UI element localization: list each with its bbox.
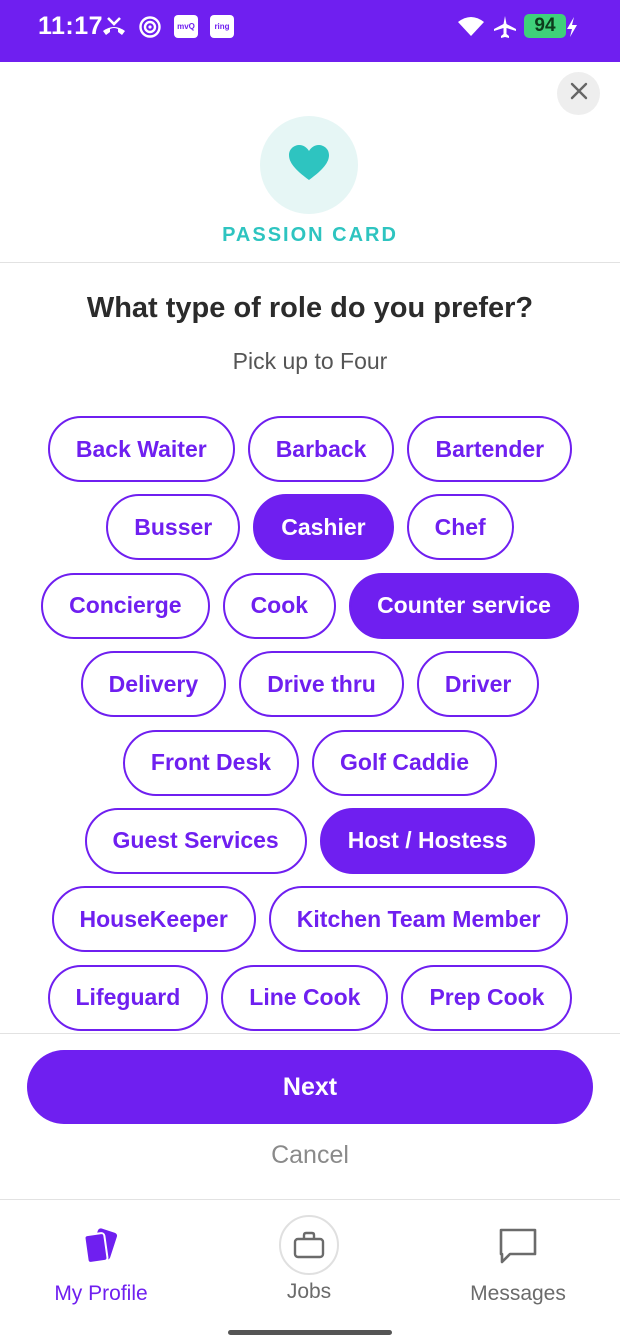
home-indicator: [228, 1330, 392, 1335]
role-chip-bartender[interactable]: Bartender: [407, 416, 573, 482]
message-icon: [496, 1224, 540, 1268]
role-chip-guest-services[interactable]: Guest Services: [84, 807, 307, 874]
passion-card-badge: [260, 116, 358, 214]
chip-row: Concierge Cook Counter service: [0, 572, 620, 639]
role-chip-host-hostess[interactable]: Host / Hostess: [319, 807, 536, 874]
role-chip-cashier[interactable]: Cashier: [253, 494, 394, 561]
bottom-nav: My Profile Jobs Messages: [0, 1199, 620, 1343]
role-chip-kitchen-team-member[interactable]: Kitchen Team Member: [268, 886, 569, 953]
role-chip-drive-thru[interactable]: Drive thru: [239, 651, 404, 718]
mq-app-icon: mvQ: [174, 15, 198, 38]
next-button[interactable]: Next: [27, 1050, 593, 1124]
role-chip-list: Back Waiter Barback Bartender Busser Cashier…: [0, 416, 620, 1043]
nav-messages[interactable]: Messages: [418, 1200, 618, 1320]
status-bar: 11:17 mvQ ring 94: [0, 0, 620, 62]
chip-row: Delivery Drive thru Driver: [0, 651, 620, 718]
role-chip-driver[interactable]: Driver: [416, 651, 540, 718]
chip-row: Busser Cashier Chef: [0, 494, 620, 561]
battery-level: 94: [534, 15, 556, 36]
role-chip-lifeguard[interactable]: Lifeguard: [47, 964, 209, 1031]
role-chip-chef[interactable]: Chef: [406, 494, 514, 561]
nav-label: My Profile: [54, 1282, 148, 1305]
ring-app-icon: ring: [210, 15, 234, 38]
role-chip-front-desk[interactable]: Front Desk: [122, 729, 300, 796]
question-title: What type of role do you prefer?: [86, 292, 534, 324]
role-chip-line-cook[interactable]: Line Cook: [221, 964, 389, 1031]
target-icon: [138, 14, 162, 40]
role-chip-delivery[interactable]: Delivery: [80, 651, 227, 718]
passion-card-label: PASSION CARD: [222, 224, 398, 246]
role-chip-back-waiter[interactable]: Back Waiter: [47, 416, 235, 482]
status-time: 11:17: [38, 12, 104, 40]
actions-divider: [0, 1033, 620, 1034]
close-button[interactable]: [557, 72, 600, 115]
cards-icon: [79, 1224, 123, 1268]
role-chip-cook[interactable]: Cook: [222, 572, 337, 639]
chip-row: Back Waiter Barback Bartender: [0, 416, 620, 482]
role-chip-golf-caddie[interactable]: Golf Caddie: [312, 729, 498, 796]
role-chip-housekeeper[interactable]: HouseKeeper: [51, 886, 256, 953]
nav-my-profile[interactable]: My Profile: [1, 1200, 201, 1320]
heart-icon: [288, 144, 330, 187]
nav-label: Jobs: [286, 1280, 332, 1303]
chip-row: Guest Services Host / Hostess: [0, 807, 620, 874]
cancel-button[interactable]: Cancel: [0, 1141, 620, 1170]
role-chip-busser[interactable]: Busser: [106, 494, 241, 561]
charging-icon: [565, 14, 579, 40]
header-divider: [0, 262, 620, 263]
chip-row: Lifeguard Line Cook Prep Cook: [0, 964, 620, 1031]
chip-row: Front Desk Golf Caddie: [0, 729, 620, 796]
chip-row: HouseKeeper Kitchen Team Member: [0, 886, 620, 953]
close-icon: [570, 82, 588, 105]
battery-icon: 94: [524, 14, 566, 38]
question-subtitle: Pick up to Four: [232, 348, 388, 374]
nav-jobs[interactable]: Jobs: [209, 1200, 409, 1320]
role-chip-barback[interactable]: Barback: [247, 416, 395, 482]
nav-label: Messages: [470, 1282, 566, 1305]
role-chip-prep-cook[interactable]: Prep Cook: [401, 964, 573, 1031]
wifi-icon: [456, 14, 486, 40]
missed-call-icon: [100, 14, 128, 40]
airplane-icon: [492, 14, 518, 40]
briefcase-icon: [279, 1215, 339, 1275]
role-chip-concierge[interactable]: Concierge: [41, 572, 210, 639]
role-chip-counter-service[interactable]: Counter service: [349, 572, 579, 639]
